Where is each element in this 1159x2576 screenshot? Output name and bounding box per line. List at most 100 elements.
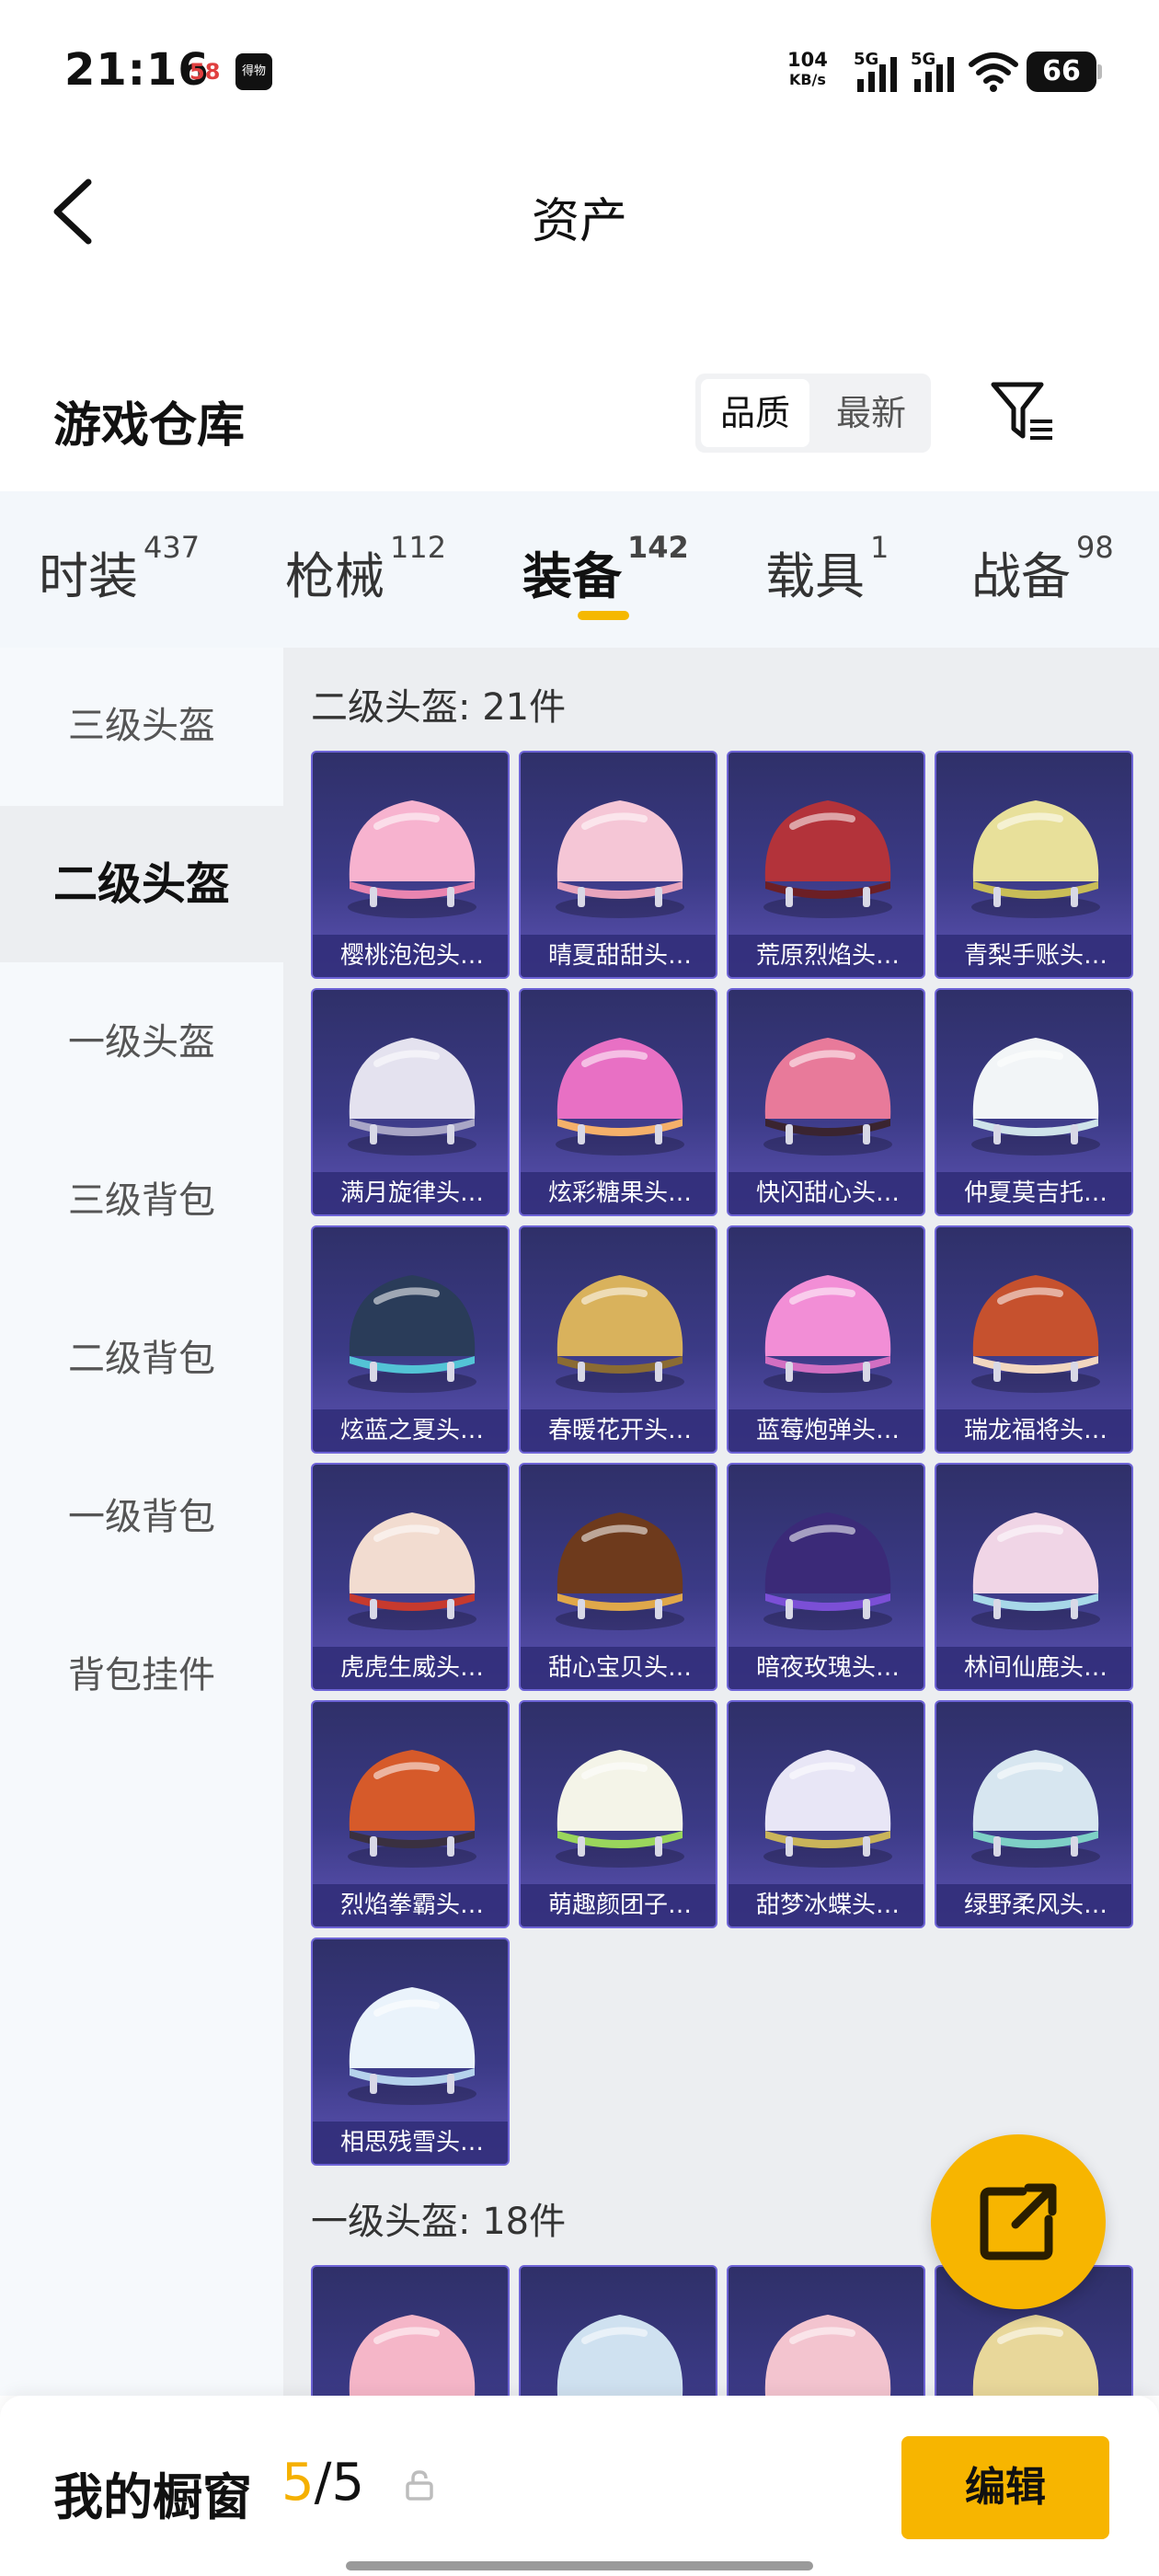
- share-button[interactable]: [931, 2134, 1106, 2309]
- tab-count: 1: [870, 530, 889, 565]
- item-name: 青梨手账头…: [936, 935, 1131, 977]
- item-card[interactable]: 萌趣颜团子…: [519, 1700, 717, 1928]
- item-card[interactable]: [727, 2265, 925, 2396]
- item-card[interactable]: 甜梦冰蝶头…: [727, 1700, 925, 1928]
- item-name: 蓝莓炮弹头…: [729, 1409, 924, 1452]
- item-name: 甜心宝贝头…: [521, 1647, 716, 1689]
- tab-label: 时装: [39, 547, 138, 605]
- item-card[interactable]: 暗夜玫瑰头…: [727, 1463, 925, 1691]
- item-card[interactable]: 青梨手账头…: [935, 751, 1133, 979]
- tab-label: 载具: [765, 547, 865, 605]
- status-bar: 21:16 58 得物 104 KB/s 5G 5G 66: [0, 0, 1159, 138]
- item-name: 仲夏莫吉托…: [936, 1172, 1131, 1214]
- helmet-icon: [556, 1512, 684, 1630]
- item-card[interactable]: 春暖花开头…: [519, 1225, 717, 1454]
- helmet-icon: [349, 2315, 476, 2396]
- showcase-label: 我的橱窗: [53, 2468, 252, 2526]
- item-name: 相思残雪头…: [313, 2122, 508, 2164]
- category-tabs: 时装 437 枪械 112 装备 142 载具 1 战备 98: [0, 491, 1159, 648]
- item-name: 炫彩糖果头…: [521, 1172, 716, 1214]
- item-card[interactable]: 快闪甜心头…: [727, 988, 925, 1216]
- wifi-icon: [969, 52, 1018, 92]
- item-card[interactable]: 晴夏甜甜头…: [519, 751, 717, 979]
- section-title-level2: 二级头盔: 21件: [311, 686, 567, 729]
- helmet-icon: [348, 1750, 476, 1868]
- battery-icon: 66: [1027, 52, 1102, 92]
- item-name: 林间仙鹿头…: [936, 1647, 1131, 1689]
- sort-toggle: 品质 最新: [695, 374, 931, 453]
- item-card[interactable]: 瑞龙福将头…: [935, 1225, 1133, 1454]
- item-card[interactable]: 林间仙鹿头…: [935, 1463, 1133, 1691]
- tab-fashion[interactable]: 时装 437: [39, 530, 200, 608]
- helmet-icon: [556, 1750, 684, 1868]
- tab-weapons[interactable]: 枪械 112: [285, 530, 446, 608]
- section-title-level1: 一级头盔: 18件: [311, 2201, 567, 2243]
- sort-latest-button[interactable]: 最新: [817, 379, 925, 447]
- tab-equipment[interactable]: 装备 142: [522, 530, 689, 608]
- item-card[interactable]: 满月旋律头…: [311, 988, 510, 1216]
- showcase-count-current: 5: [281, 2453, 315, 2513]
- helmet-icon: [764, 2315, 891, 2396]
- item-name: 炫蓝之夏头…: [313, 1409, 508, 1452]
- sort-quality-button[interactable]: 品质: [701, 379, 809, 447]
- helmet-icon: [348, 1987, 476, 2105]
- sidebar-item-level3-backpack[interactable]: 三级背包: [0, 1122, 283, 1279]
- sidebar-item-backpack-pendant[interactable]: 背包挂件: [0, 1597, 283, 1754]
- item-grid-area[interactable]: 二级头盔: 21件 一级头盔: 18件 樱桃泡泡头… 晴夏甜甜头… 荒原烈焰头… 青梨…: [283, 648, 1159, 2396]
- sidebar-item-level1-helmet[interactable]: 一级头盔: [0, 964, 283, 1121]
- tab-supplies[interactable]: 战备 98: [971, 530, 1114, 608]
- status-time: 21:16: [64, 44, 210, 96]
- item-card[interactable]: 绿野柔风头…: [935, 1700, 1133, 1928]
- app-58-icon: 58: [189, 59, 221, 85]
- helmet-icon: [557, 2315, 683, 2396]
- tab-label: 战备: [971, 547, 1071, 605]
- helmet-icon: [971, 800, 1100, 918]
- item-card[interactable]: 仲夏莫吉托…: [935, 988, 1133, 1216]
- network-speed: 104 KB/s: [787, 50, 828, 90]
- item-card[interactable]: 蓝莓炮弹头…: [727, 1225, 925, 1454]
- item-name: 晴夏甜甜头…: [521, 935, 716, 977]
- share-icon: [980, 2183, 1057, 2260]
- item-card[interactable]: 虎虎生威头…: [311, 1463, 510, 1691]
- sidebar-item-level2-backpack[interactable]: 二级背包: [0, 1281, 283, 1437]
- showcase-count-total: /5: [314, 2453, 365, 2513]
- sidebar-item-level3-helmet[interactable]: 三级头盔: [0, 648, 283, 804]
- item-name: 虎虎生威头…: [313, 1647, 508, 1689]
- item-card[interactable]: 荒原烈焰头…: [727, 751, 925, 979]
- active-tab-indicator: [578, 611, 629, 620]
- item-name: 春暖花开头…: [521, 1409, 716, 1452]
- subcategory-sidebar: 三级头盔 二级头盔 一级头盔 三级背包 二级背包 一级背包 背包挂件: [0, 648, 283, 2396]
- tab-vehicles[interactable]: 载具 1: [765, 530, 889, 608]
- edit-button[interactable]: 编辑: [901, 2436, 1109, 2539]
- item-card[interactable]: 樱桃泡泡头…: [311, 751, 510, 979]
- sidebar-item-level1-backpack[interactable]: 一级背包: [0, 1439, 283, 1595]
- helmet-icon: [556, 1038, 684, 1156]
- tab-count: 437: [143, 530, 201, 565]
- item-name: 萌趣颜团子…: [521, 1884, 716, 1926]
- showcase-bar: 我的橱窗 5/5 编辑: [0, 2396, 1159, 2576]
- item-card[interactable]: 甜心宝贝头…: [519, 1463, 717, 1691]
- helmet-icon: [971, 1038, 1100, 1156]
- sidebar-item-level2-helmet[interactable]: 二级头盔: [0, 806, 283, 962]
- item-name: 暗夜玫瑰头…: [729, 1647, 924, 1689]
- lock-icon: [406, 2470, 433, 2501]
- network-speed-value: 104: [787, 49, 828, 71]
- item-card[interactable]: 炫彩糖果头…: [519, 988, 717, 1216]
- filter-icon[interactable]: [990, 379, 1056, 445]
- item-card[interactable]: 烈焰拳霸头…: [311, 1700, 510, 1928]
- item-card[interactable]: [519, 2265, 717, 2396]
- item-card[interactable]: [311, 2265, 510, 2396]
- helmet-icon: [348, 800, 476, 918]
- page-title: 资产: [531, 194, 627, 249]
- item-card[interactable]: 相思残雪头…: [311, 1938, 510, 2166]
- tab-count: 142: [627, 530, 689, 565]
- signal-2-icon: [914, 57, 954, 92]
- helmet-icon: [348, 1038, 476, 1156]
- item-card[interactable]: 炫蓝之夏头…: [311, 1225, 510, 1454]
- tab-count: 98: [1076, 530, 1114, 565]
- helmet-icon: [348, 1512, 476, 1630]
- item-name: 甜梦冰蝶头…: [729, 1884, 924, 1926]
- item-name: 烈焰拳霸头…: [313, 1884, 508, 1926]
- item-name: 瑞龙福将头…: [936, 1409, 1131, 1452]
- helmet-icon: [556, 1275, 684, 1393]
